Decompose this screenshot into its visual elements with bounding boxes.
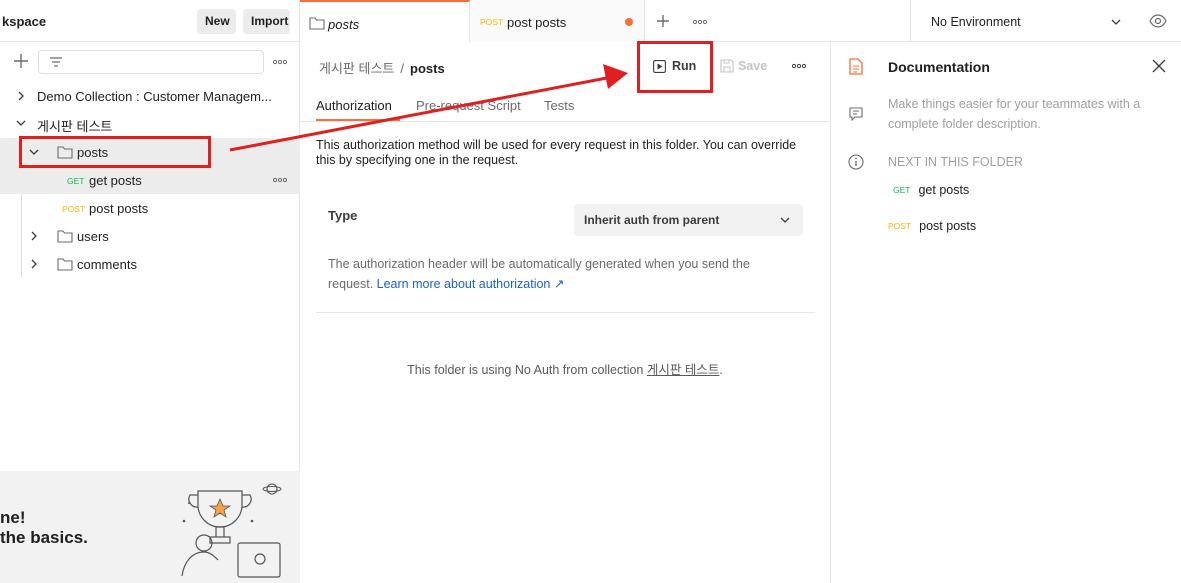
main-panel: 게시판 테스트 / posts Run Save Authorization Pre… <box>300 42 830 583</box>
sidebar: kspace New Import Demo Collection : Cust… <box>0 0 300 583</box>
more-options-icon[interactable] <box>272 177 288 183</box>
tab-bar: posts POST post posts No Environment <box>300 0 1181 42</box>
folder-icon <box>57 258 73 271</box>
folder-icon <box>57 230 73 243</box>
more-options-icon[interactable] <box>272 59 288 65</box>
folder-subtabs: Authorization Pre-request Script Tests <box>300 90 830 122</box>
auth-description: This authorization method will be used f… <box>316 138 797 167</box>
documentation-description[interactable]: Make things easier for your teammates wi… <box>888 94 1168 134</box>
tree-item-users-folder[interactable]: users <box>0 222 300 250</box>
breadcrumb-separator: / <box>400 61 404 76</box>
noauth-suffix: . <box>719 363 723 377</box>
document-icon[interactable] <box>849 58 863 75</box>
close-icon[interactable] <box>1152 59 1166 73</box>
tree-item-label: post posts <box>89 201 149 216</box>
tree-item-comments-folder[interactable]: comments <box>0 250 300 278</box>
next-in-folder-title: NEXT IN THIS FOLDER <box>888 155 1023 169</box>
plus-icon[interactable] <box>12 52 30 70</box>
filter-icon <box>50 57 62 67</box>
more-options-icon[interactable] <box>791 63 807 69</box>
new-tab-plus-icon[interactable] <box>656 14 670 28</box>
next-item-label: post posts <box>919 219 977 233</box>
promo-subheading: the basics. <box>0 528 88 547</box>
new-button[interactable]: New <box>197 9 236 34</box>
auth-type-label: Type <box>328 208 358 223</box>
tree-item-label: users <box>77 229 109 244</box>
tab-tests[interactable]: Tests <box>544 98 574 113</box>
annotation-highlight-run <box>637 41 713 93</box>
divider <box>316 312 815 313</box>
trophy-illustration-icon <box>181 483 282 578</box>
method-badge: GET <box>893 185 911 195</box>
active-tab-indicator <box>316 119 400 121</box>
collection-link[interactable]: 게시판 테스트 <box>647 363 719 377</box>
workspace-title[interactable]: kspace <box>2 14 46 29</box>
tree-item-post-posts[interactable]: POST post posts <box>0 194 300 222</box>
tab-label: posts <box>328 17 360 32</box>
auth-type-value: Inherit auth from parent <box>584 213 720 227</box>
tree-item-demo-collection[interactable]: Demo Collection : Customer Managem... <box>0 82 300 110</box>
noauth-prefix: This folder is using No Auth from collec… <box>407 363 647 377</box>
chevron-right-icon[interactable] <box>16 91 26 101</box>
chevron-down-icon[interactable] <box>16 118 26 128</box>
learn-more-link[interactable]: Learn more about authorization ↗ <box>377 277 565 291</box>
chevron-down-icon <box>780 217 790 223</box>
auth-help-text: The authorization header will be automat… <box>328 254 798 294</box>
environment-selector[interactable]: No Environment <box>910 0 1181 42</box>
tree-toolbar <box>0 42 300 82</box>
environment-label: No Environment <box>931 15 1021 29</box>
tab-label: post posts <box>507 15 567 30</box>
tree-item-collection[interactable]: 게시판 테스트 <box>0 109 300 137</box>
tab-post-posts[interactable]: POST post posts <box>470 0 645 42</box>
documentation-title: Documentation <box>888 59 990 75</box>
auth-type-select[interactable]: Inherit auth from parent <box>574 204 803 236</box>
breadcrumb-parent[interactable]: 게시판 테스트 <box>319 61 394 76</box>
filter-input[interactable] <box>38 50 264 74</box>
next-item-post-posts[interactable]: POST post posts <box>888 219 976 233</box>
tab-pre-request-script[interactable]: Pre-request Script <box>416 98 521 113</box>
tree-item-label: comments <box>77 257 137 272</box>
tab-options-icon[interactable] <box>692 19 708 25</box>
eye-icon[interactable] <box>1149 14 1167 28</box>
save-icon <box>720 59 734 73</box>
noauth-notice: This folder is using No Auth from collec… <box>300 359 830 378</box>
tab-posts[interactable]: posts <box>300 0 470 42</box>
tree-item-label: get posts <box>89 173 142 188</box>
unsaved-indicator <box>625 18 633 26</box>
next-item-label: get posts <box>918 183 970 197</box>
import-button[interactable]: Import <box>243 9 290 34</box>
workspace-header: kspace New Import <box>0 0 300 42</box>
folder-icon <box>309 17 325 30</box>
tree-item-label: 게시판 테스트 <box>37 119 113 134</box>
method-badge: POST <box>62 204 86 214</box>
next-item-get-posts[interactable]: GET get posts <box>888 183 969 197</box>
breadcrumb: 게시판 테스트 / posts <box>319 58 445 77</box>
chevron-right-icon[interactable] <box>29 231 39 241</box>
promo-heading: ne! <box>0 508 26 527</box>
chevron-right-icon[interactable] <box>29 259 39 269</box>
breadcrumb-current[interactable]: posts <box>410 61 445 76</box>
annotation-highlight-posts <box>19 136 211 168</box>
chevron-down-icon[interactable] <box>1111 17 1121 27</box>
method-badge: POST <box>480 17 504 27</box>
method-badge: POST <box>888 221 912 231</box>
tab-authorization[interactable]: Authorization <box>316 98 392 113</box>
tree-item-get-posts[interactable]: GET get posts <box>0 166 300 194</box>
comment-icon[interactable] <box>849 107 863 121</box>
save-button[interactable]: Save <box>716 52 776 80</box>
info-icon[interactable] <box>848 154 864 170</box>
method-badge: GET <box>67 176 85 186</box>
documentation-panel: Documentation Make things easier for you… <box>830 42 1181 583</box>
tree-item-label: Demo Collection : Customer Managem... <box>37 89 272 104</box>
save-label: Save <box>738 59 768 73</box>
onboarding-promo: ne! the basics. <box>0 471 300 583</box>
